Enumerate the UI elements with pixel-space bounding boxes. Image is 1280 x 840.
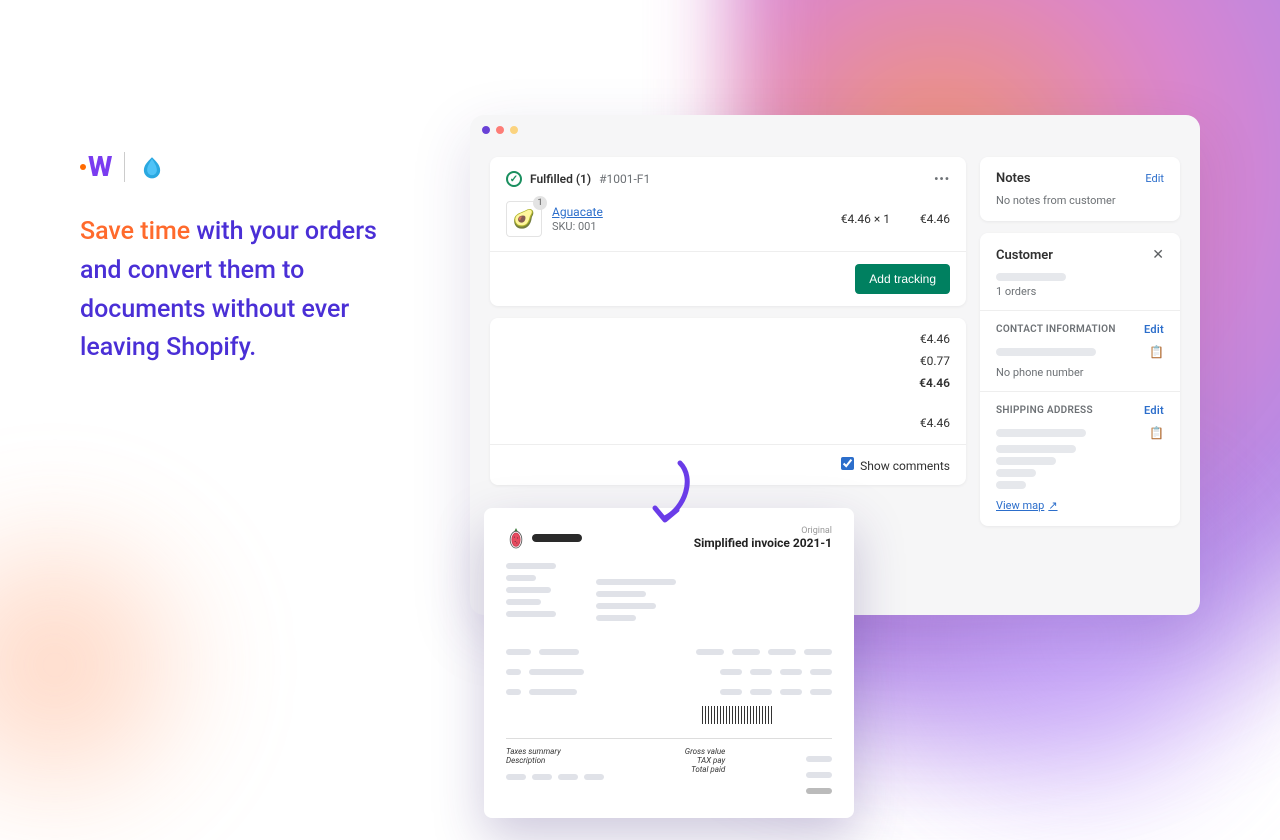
- arrow-icon: [640, 458, 700, 538]
- total-paid-label: Total paid: [685, 765, 725, 774]
- more-icon[interactable]: •••: [934, 172, 950, 186]
- external-icon: ↗: [1048, 499, 1057, 512]
- partner-logo: [139, 154, 165, 180]
- qty-price: €4.46 × 1: [841, 212, 890, 226]
- invoice-original-label: Original: [694, 526, 832, 536]
- close-icon[interactable]: ✕: [1152, 247, 1164, 263]
- contact-info-label: CONTACT INFORMATION: [996, 324, 1116, 335]
- company-logo: [506, 526, 582, 550]
- clipboard-icon[interactable]: 📋: [1149, 426, 1164, 440]
- product-link[interactable]: Aguacate: [552, 205, 603, 219]
- traffic-light-min[interactable]: [496, 126, 504, 134]
- edit-contact-button[interactable]: Edit: [1144, 323, 1164, 336]
- product-sku: SKU: 001: [552, 220, 597, 233]
- taxes-summary-label: Taxes summary: [506, 747, 604, 756]
- notes-card: Notes Edit No notes from customer: [980, 157, 1180, 221]
- edit-notes-button[interactable]: Edit: [1145, 172, 1164, 185]
- add-tracking-button[interactable]: Add tracking: [855, 264, 950, 294]
- browser-window: Fulfilled (1) #1001-F1 ••• 🥑1 Aguacate S…: [470, 115, 1200, 615]
- tax-pay-label: TAX pay: [685, 756, 725, 765]
- invoice-title: Simplified invoice 2021-1: [694, 536, 832, 550]
- payment-card: €4.46 €0.77 €4.46 €4.46 Show comments: [490, 318, 966, 485]
- payment-value: €4.46: [900, 332, 950, 346]
- customer-card: Customer ✕ 1 orders CONTACT INFORMATION …: [980, 233, 1180, 526]
- customer-title: Customer: [996, 248, 1053, 263]
- check-icon: [506, 171, 522, 187]
- shipping-address-label: SHIPPING ADDRESS: [996, 405, 1093, 416]
- notes-title: Notes: [996, 171, 1031, 186]
- line-total: €4.46: [900, 212, 950, 226]
- no-phone-label: No phone number: [996, 366, 1164, 379]
- show-comments-toggle[interactable]: Show comments: [841, 457, 950, 473]
- customer-orders: 1 orders: [996, 285, 1164, 298]
- fulfilled-card: Fulfilled (1) #1001-F1 ••• 🥑1 Aguacate S…: [490, 157, 966, 306]
- payment-value: €4.46: [900, 416, 950, 430]
- notes-empty: No notes from customer: [996, 194, 1164, 207]
- fulfilled-title: Fulfilled (1): [530, 172, 591, 186]
- view-map-link[interactable]: View map ↗: [996, 499, 1058, 512]
- description-label: Description: [506, 756, 604, 765]
- payment-value: €4.46: [900, 376, 950, 390]
- headline: Save time with your orders and convert t…: [80, 213, 420, 368]
- window-chrome: [470, 115, 1200, 145]
- gross-value-label: Gross value: [685, 747, 725, 756]
- winvoice-logo: W: [80, 150, 110, 183]
- barcode-icon: [702, 706, 772, 724]
- clipboard-icon[interactable]: 📋: [1149, 345, 1164, 359]
- line-item: 🥑1 Aguacate SKU: 001 €4.46 × 1 €4.46: [506, 201, 950, 237]
- logo-row: W: [80, 150, 420, 183]
- invoice-preview: Original Simplified invoice 2021-1: [484, 508, 854, 818]
- edit-shipping-button[interactable]: Edit: [1144, 404, 1164, 417]
- order-id: #1001-F1: [599, 172, 650, 186]
- traffic-light-max[interactable]: [510, 126, 518, 134]
- payment-value: €0.77: [900, 354, 950, 368]
- product-thumb[interactable]: 🥑1: [506, 201, 542, 237]
- qty-badge: 1: [533, 196, 547, 210]
- traffic-light-close[interactable]: [482, 126, 490, 134]
- divider: [124, 152, 125, 182]
